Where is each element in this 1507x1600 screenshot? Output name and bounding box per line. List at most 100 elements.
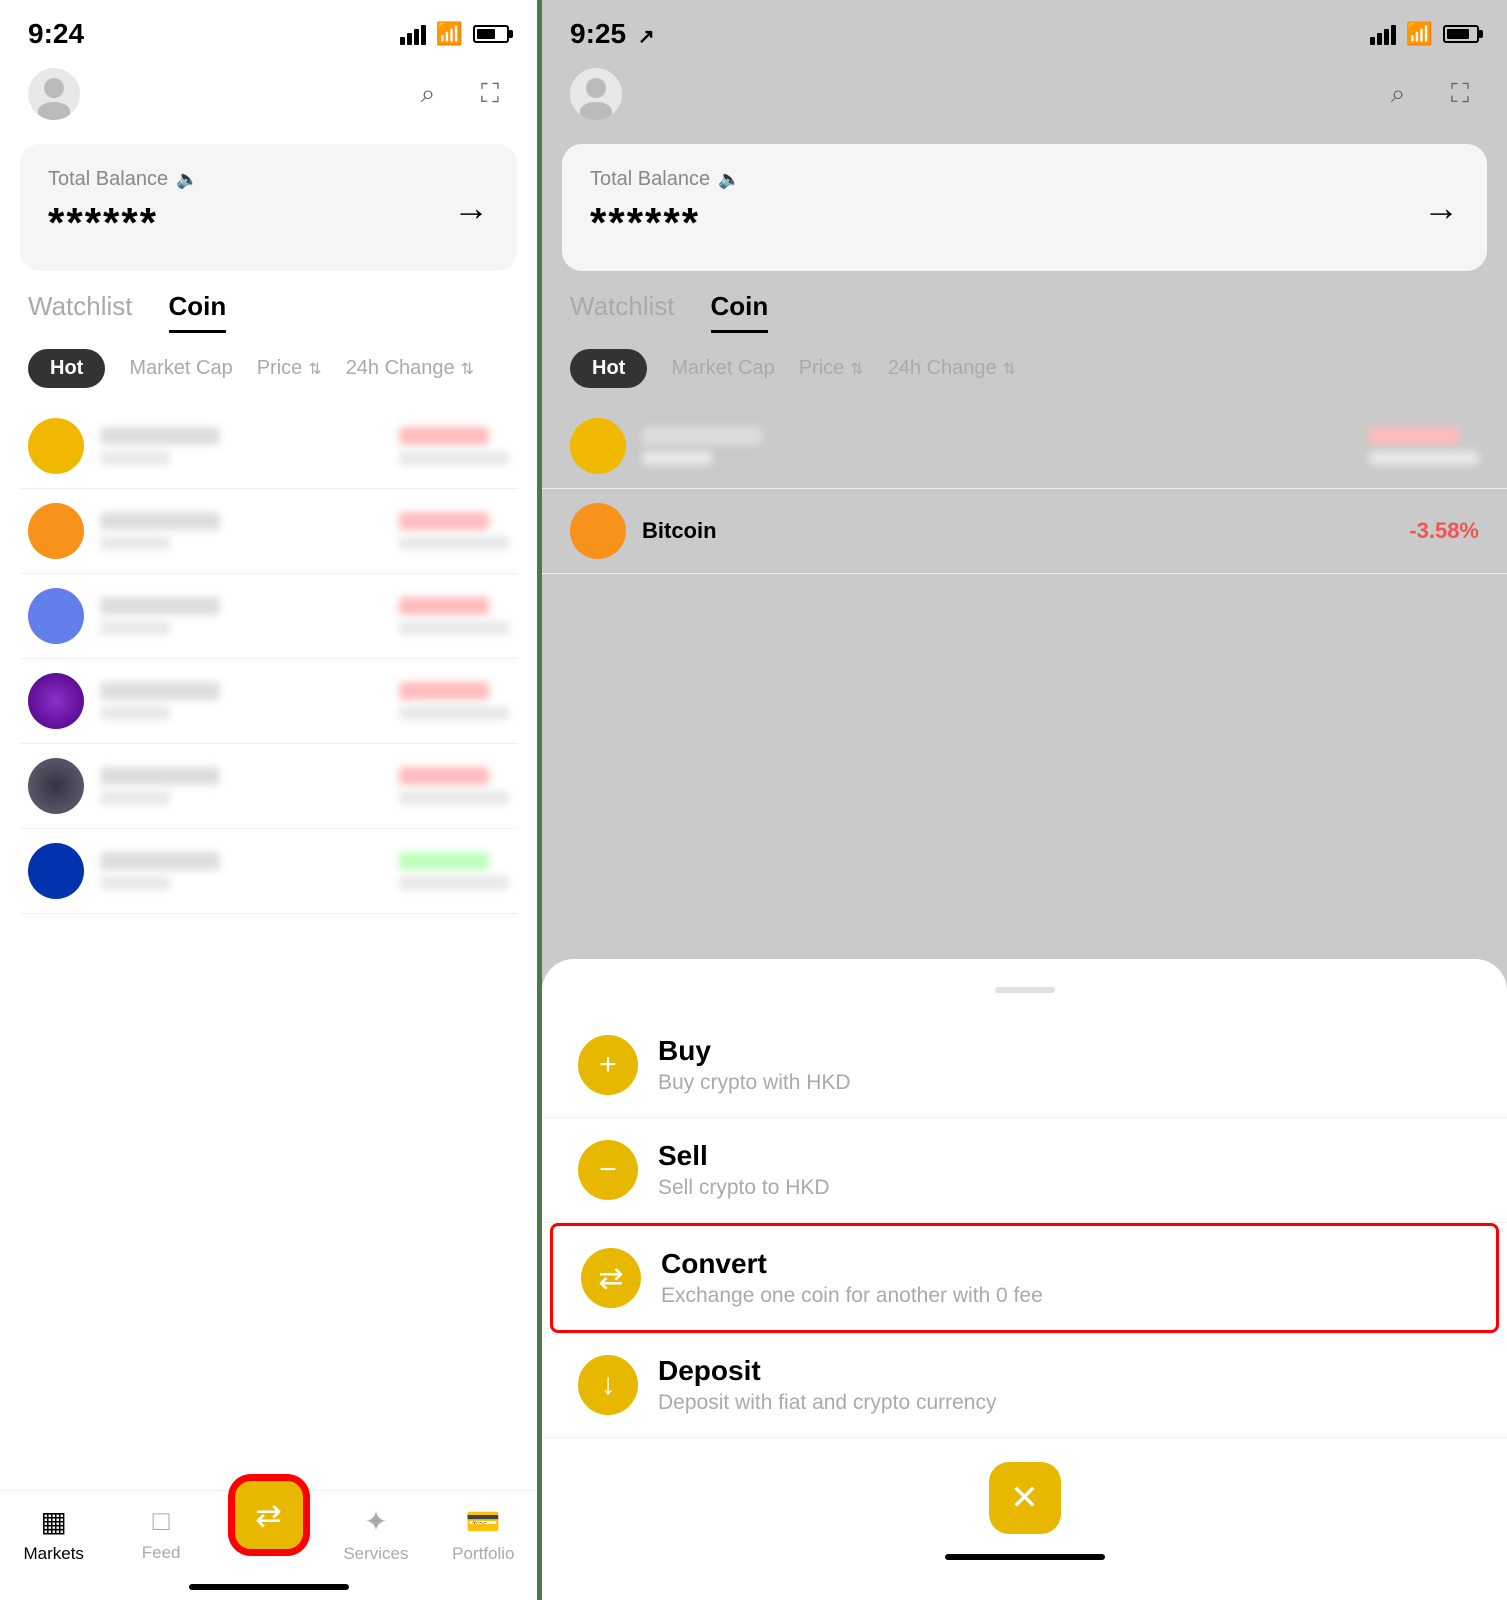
sheet-item-buy[interactable]: + Buy Buy crypto with HKD xyxy=(542,1013,1507,1118)
coin-name xyxy=(100,767,220,785)
sell-desc: Sell crypto to HKD xyxy=(658,1176,1471,1200)
portfolio-icon: 💳 xyxy=(466,1505,501,1538)
right-tab-watchlist[interactable]: Watchlist xyxy=(570,291,675,333)
right-header-actions: ⌕ ⛶ xyxy=(1379,75,1479,113)
tab-coin[interactable]: Coin xyxy=(169,291,227,333)
convert-button[interactable]: ⇄ xyxy=(231,1477,307,1553)
sheet-item-convert[interactable]: ⇄ Convert Exchange one coin for another … xyxy=(550,1223,1499,1333)
coin-name xyxy=(100,682,220,700)
sell-icon-circle: − xyxy=(578,1140,638,1200)
sell-text: Sell Sell crypto to HKD xyxy=(658,1140,1471,1200)
deposit-icon-circle: ↓ xyxy=(578,1355,638,1415)
right-wifi-icon: 📶 xyxy=(1406,21,1433,47)
list-item[interactable] xyxy=(20,659,517,744)
right-tabs: Watchlist Coin xyxy=(542,291,1507,333)
right-bitcoin-row[interactable]: Bitcoin -3.58% xyxy=(542,489,1507,574)
balance-card[interactable]: Total Balance 🔈 ****** → xyxy=(20,144,517,271)
balance-arrow[interactable]: → xyxy=(453,187,489,229)
nav-label-markets: Markets xyxy=(23,1544,83,1564)
list-item[interactable] xyxy=(20,489,517,574)
coin-logo xyxy=(28,758,84,814)
right-coin-change xyxy=(1369,427,1479,465)
right-search-icon[interactable]: ⌕ xyxy=(1379,75,1417,113)
home-indicator xyxy=(189,1584,349,1590)
filter-price[interactable]: Price ⇅ xyxy=(257,357,322,380)
filter-24h-change[interactable]: 24h Change ⇅ xyxy=(346,357,474,380)
signal-icon xyxy=(400,23,426,45)
balance-info: Total Balance 🔈 ****** xyxy=(48,168,199,247)
coin-logo xyxy=(28,843,84,899)
tab-watchlist[interactable]: Watchlist xyxy=(28,291,133,333)
deposit-desc: Deposit with fiat and crypto currency xyxy=(658,1391,1471,1415)
nav-label-feed: Feed xyxy=(142,1543,181,1563)
coin-info xyxy=(100,427,399,465)
avatar[interactable] xyxy=(28,68,80,120)
left-panel: 9:24 📶 ⌕ ⛶ Total Balance xyxy=(0,0,537,1600)
right-avatar[interactable] xyxy=(570,68,622,120)
right-filter-24h-change[interactable]: 24h Change ⇅ xyxy=(888,357,1016,380)
services-icon: ✦ xyxy=(364,1505,387,1538)
list-item[interactable] xyxy=(20,829,517,914)
right-balance-arrow[interactable]: → xyxy=(1423,187,1459,229)
balance-amount: ****** xyxy=(48,199,199,247)
coin-val xyxy=(399,536,509,550)
nav-item-services[interactable]: ✦ Services xyxy=(322,1505,429,1564)
nav-item-portfolio[interactable]: 💳 Portfolio xyxy=(430,1505,537,1564)
coin-name xyxy=(100,427,220,445)
right-coin-sub xyxy=(642,451,712,465)
right-signal-icon xyxy=(1370,23,1396,45)
right-time: 9:25 ↗ xyxy=(570,18,655,50)
filter-market-cap[interactable]: Market Cap xyxy=(129,357,232,380)
bottom-nav: ▦ Markets □ Feed ⇄ ✦ Services 💳 Portfoli… xyxy=(0,1490,537,1600)
left-status-bar: 9:24 📶 xyxy=(0,0,537,60)
right-coin-info xyxy=(642,427,1369,465)
coin-logo xyxy=(28,503,84,559)
balance-label: Total Balance 🔈 xyxy=(48,168,199,191)
list-item[interactable] xyxy=(20,404,517,489)
coin-change xyxy=(399,852,509,890)
tabs: Watchlist Coin xyxy=(0,291,537,333)
nav-item-feed[interactable]: □ Feed xyxy=(107,1505,214,1563)
right-coin-pct xyxy=(1369,427,1459,445)
sheet-close-area: ✕ xyxy=(542,1462,1507,1534)
right-balance-card[interactable]: Total Balance 🔈 ****** → xyxy=(562,144,1487,271)
filter-row: Hot Market Cap Price ⇅ 24h Change ⇅ xyxy=(0,349,537,388)
right-expand-icon[interactable]: ⛶ xyxy=(1441,75,1479,113)
coin-change xyxy=(399,597,509,635)
right-battery-icon xyxy=(1443,25,1479,43)
feed-icon: □ xyxy=(153,1505,170,1537)
coin-info xyxy=(100,852,399,890)
left-time: 9:24 xyxy=(28,18,84,50)
nav-label-portfolio: Portfolio xyxy=(452,1544,514,1564)
buy-icon: + xyxy=(599,1048,617,1082)
coin-pct xyxy=(399,682,489,700)
right-filter-hot[interactable]: Hot xyxy=(570,349,647,388)
coin-logo xyxy=(28,418,84,474)
convert-icon: ⇄ xyxy=(255,1496,282,1534)
search-icon[interactable]: ⌕ xyxy=(409,75,447,113)
expand-icon[interactable]: ⛶ xyxy=(471,75,509,113)
coin-info xyxy=(100,597,399,635)
filter-hot[interactable]: Hot xyxy=(28,349,105,388)
list-item[interactable] xyxy=(20,574,517,659)
nav-label-services: Services xyxy=(343,1544,408,1564)
right-filter-price[interactable]: Price ⇅ xyxy=(799,357,864,380)
coin-change xyxy=(399,512,509,550)
right-balance-info: Total Balance 🔈 ****** xyxy=(590,168,741,247)
nav-item-markets[interactable]: ▦ Markets xyxy=(0,1505,107,1564)
coin-name xyxy=(100,852,220,870)
right-list-item-first[interactable] xyxy=(542,404,1507,489)
sheet-item-sell[interactable]: − Sell Sell crypto to HKD xyxy=(542,1118,1507,1223)
close-button[interactable]: ✕ xyxy=(989,1462,1061,1534)
right-status-bar: 9:25 ↗ 📶 xyxy=(542,0,1507,60)
coin-sub xyxy=(100,536,170,550)
coin-val xyxy=(399,451,509,465)
coin-sub xyxy=(100,791,170,805)
coin-logo xyxy=(28,673,84,729)
right-tab-coin[interactable]: Coin xyxy=(711,291,769,333)
right-panel: 9:25 ↗ 📶 xyxy=(537,0,1507,1600)
right-filter-market-cap[interactable]: Market Cap xyxy=(671,357,774,380)
sheet-item-deposit[interactable]: ↓ Deposit Deposit with fiat and crypto c… xyxy=(542,1333,1507,1438)
list-item[interactable] xyxy=(20,744,517,829)
left-status-icons: 📶 xyxy=(400,21,509,47)
